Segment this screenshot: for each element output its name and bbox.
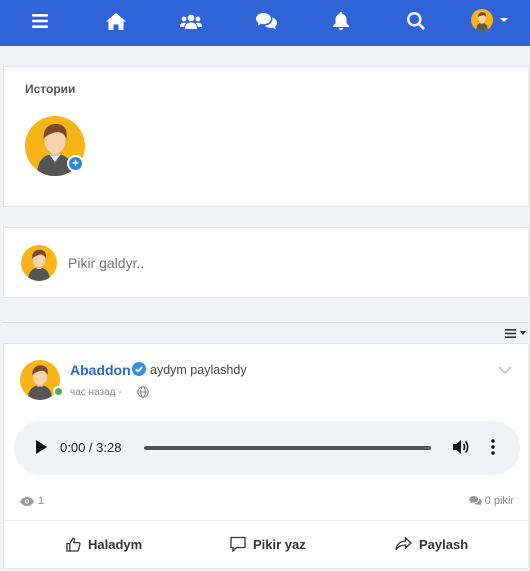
audio-player: 0:00 / 3:28 xyxy=(14,421,520,475)
audio-time: 0:00 / 3:28 xyxy=(60,440,122,455)
stories-card: Истории + xyxy=(3,66,529,207)
online-status-dot xyxy=(53,386,64,397)
plus-icon: + xyxy=(69,157,82,170)
comment-button[interactable]: Pikir yaz xyxy=(230,529,306,559)
top-navbar xyxy=(0,0,530,46)
avatar xyxy=(21,245,57,281)
comment-button-label: Pikir yaz xyxy=(253,536,306,552)
caret-down-icon xyxy=(520,331,526,335)
globe-icon xyxy=(137,386,149,398)
search-icon[interactable] xyxy=(401,8,431,34)
post-card: Abaddon aydym paylashdy час назад - 0:00… xyxy=(3,343,529,569)
comment-icon xyxy=(230,536,246,552)
add-story-button[interactable]: + xyxy=(67,155,84,172)
stories-title: Истории xyxy=(25,82,76,96)
share-icon xyxy=(395,537,412,551)
user-menu[interactable] xyxy=(471,8,515,32)
view-count-value: 1 xyxy=(38,495,45,507)
like-button[interactable]: Haladym xyxy=(66,529,142,559)
avatar xyxy=(471,9,493,31)
home-icon[interactable] xyxy=(101,8,131,34)
author-name[interactable]: Abaddon xyxy=(70,362,131,378)
thumbs-up-icon xyxy=(66,537,81,552)
verified-badge-icon xyxy=(132,362,146,376)
post-input[interactable] xyxy=(68,250,508,276)
post-composer xyxy=(3,227,529,298)
comments-count-value: 0 pikir xyxy=(484,495,514,507)
like-button-label: Haladym xyxy=(88,536,143,552)
eye-icon xyxy=(20,496,34,506)
share-button-label: Paylash xyxy=(419,536,469,552)
post-divider xyxy=(4,520,528,521)
post-action-text: aydym paylashdy xyxy=(150,363,247,377)
post-options-chevron-icon[interactable] xyxy=(497,364,513,376)
bell-icon[interactable] xyxy=(326,8,356,34)
view-count: 1 xyxy=(20,495,44,507)
messages-icon[interactable] xyxy=(251,8,281,34)
feed-filter-button[interactable] xyxy=(505,326,529,340)
play-icon[interactable] xyxy=(34,439,48,455)
list-icon xyxy=(505,328,516,338)
audio-progress-track[interactable] xyxy=(144,446,431,450)
menu-icon[interactable] xyxy=(25,8,55,34)
friends-icon[interactable] xyxy=(176,8,206,34)
feed-divider xyxy=(3,322,529,323)
comments-count[interactable]: 0 pikir xyxy=(468,495,514,507)
comments-icon xyxy=(468,496,482,506)
volume-icon[interactable] xyxy=(452,438,470,456)
more-options-icon[interactable] xyxy=(490,438,496,456)
share-button[interactable]: Paylash xyxy=(395,529,468,559)
chevron-down-icon xyxy=(500,18,508,22)
post-timestamp[interactable]: час назад - xyxy=(70,387,122,398)
